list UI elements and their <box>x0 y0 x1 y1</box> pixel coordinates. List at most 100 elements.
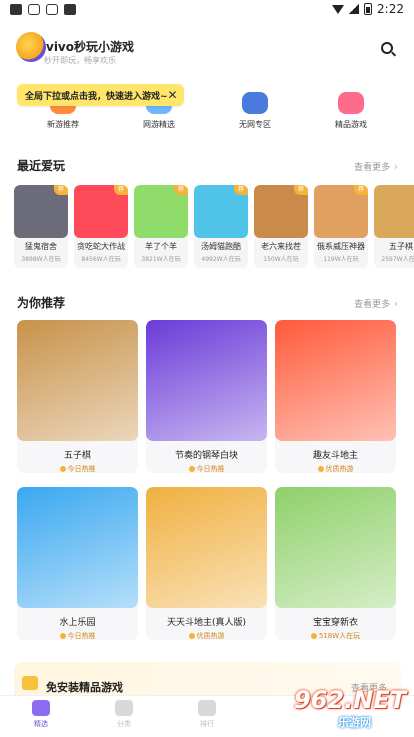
recommend-game-card[interactable]: 五子棋 今日热推 <box>17 320 138 473</box>
game-tag-text: 今日热推 <box>196 465 225 473</box>
game-players: 119W人在玩 <box>323 256 359 263</box>
game-thumbnail: 荐 <box>194 185 248 238</box>
category-label: 无网专区 <box>239 120 271 129</box>
status-icons-right: 2:22 <box>332 2 404 16</box>
star-icon <box>22 676 38 690</box>
fire-icon <box>310 633 317 639</box>
watermark-brand: 962.NET <box>294 686 407 714</box>
battery-icon <box>364 3 373 15</box>
app-notification-icon <box>28 3 40 15</box>
game-thumbnail: 荐 <box>74 185 128 238</box>
game-tag: 今日热推 <box>17 631 138 640</box>
quality-icon <box>317 466 324 472</box>
game-name: 趣友斗地主 <box>312 451 358 461</box>
game-tag-text: 优质热游 <box>196 632 225 640</box>
search-icon-handle <box>390 51 397 57</box>
signal-icon <box>349 4 360 14</box>
recent-game-card[interactable]: 荐 贪吃蛇大作战 8456W人在玩 <box>74 185 128 268</box>
game-tag-text: 今日热推 <box>67 465 96 473</box>
nav-tab-ranking[interactable]: 排行 <box>177 700 237 729</box>
search-button[interactable] <box>381 42 397 58</box>
wifi-icon <box>332 4 345 14</box>
recommend-badge: 荐 <box>354 185 368 195</box>
app-header: vivo秒玩小游戏 秒开即玩，畅享欢乐 <box>0 28 414 68</box>
game-thumbnail: 荐 <box>14 185 68 238</box>
recent-games-list[interactable]: 荐 猛鬼宿舍 3898W人在玩 荐 贪吃蛇大作战 8456W人在玩 荐 羊了个羊… <box>14 185 414 270</box>
recent-more-link[interactable]: 查看更多 <box>354 160 398 173</box>
game-thumbnail <box>146 320 267 441</box>
status-time: 2:22 <box>377 2 404 16</box>
game-players: 3821W人在玩 <box>141 256 181 263</box>
recommend-badge: 荐 <box>54 185 68 195</box>
game-tag-text: 518W人在玩 <box>318 632 361 640</box>
nav-label: 排行 <box>200 720 214 728</box>
game-name: 五子棋 <box>389 242 413 251</box>
game-name: 羊了个羊 <box>145 242 177 251</box>
fire-icon <box>59 466 66 472</box>
notification-icon <box>10 3 22 15</box>
featured-icon <box>32 700 50 716</box>
game-players: 2597W人在玩 <box>381 256 414 263</box>
game-name: 猛鬼宿舍 <box>25 242 57 251</box>
game-players: 150W人在玩 <box>263 256 299 263</box>
game-players: 8456W人在玩 <box>81 256 121 263</box>
game-name: 贪吃蛇大作战 <box>77 242 125 251</box>
game-thumbnail <box>146 487 267 608</box>
nav-label: 分类 <box>117 720 131 728</box>
recommend-game-card[interactable]: 趣友斗地主 优质热游 <box>275 320 396 473</box>
game-name: 汤姆猫跑酷 <box>201 242 241 251</box>
recommend-game-card[interactable]: 宝宝穿新衣 518W人在玩 <box>275 487 396 640</box>
game-tag-text: 今日热推 <box>67 632 96 640</box>
game-tag: 今日热推 <box>146 464 267 473</box>
game-tag: 今日热推 <box>17 464 138 473</box>
category-offline-zone[interactable]: 无网专区 <box>215 92 295 130</box>
crown-icon <box>338 92 364 114</box>
sim-icon <box>46 3 58 15</box>
nav-label: 精选 <box>34 720 48 728</box>
recommend-game-card[interactable]: 水上乐园 今日热推 <box>17 487 138 640</box>
nav-tab-featured[interactable]: 精选 <box>11 700 71 729</box>
recent-game-card[interactable]: 荐 俄系威压神器 119W人在玩 <box>314 185 368 268</box>
game-thumbnail: 荐 <box>134 185 188 238</box>
game-thumbnail: 荐 <box>374 185 414 238</box>
pull-down-tip[interactable]: 全局下拉或点击我，快速进入游戏~ ✕ <box>17 84 184 106</box>
game-tag: 优质热游 <box>275 464 396 473</box>
game-thumbnail <box>275 487 396 608</box>
app-screen: 2:22 vivo秒玩小游戏 秒开即玩，畅享欢乐 新游推荐 网游精选 无网专区 … <box>0 0 414 737</box>
game-players: 3898W人在玩 <box>21 256 61 263</box>
game-thumbnail: 荐 <box>254 185 308 238</box>
recommend-game-card[interactable]: 节奏的钢琴白块 今日热推 <box>146 320 267 473</box>
install-free-title: 免安装精品游戏 <box>46 681 123 694</box>
recent-game-card[interactable]: 荐 汤姆猫跑酷 4992W人在玩 <box>194 185 248 268</box>
close-icon[interactable]: ✕ <box>168 88 178 102</box>
watermark-sub: 乐游网 <box>338 716 371 729</box>
recent-game-card[interactable]: 荐 五子棋 2597W人在玩 <box>374 185 414 268</box>
recommend-more-link[interactable]: 查看更多 <box>354 297 398 310</box>
quality-icon <box>188 633 195 639</box>
game-thumbnail <box>17 487 138 608</box>
game-players: 4992W人在玩 <box>201 256 241 263</box>
game-tag: 518W人在玩 <box>275 631 396 640</box>
recent-section-title: 最近爱玩 <box>17 159 66 173</box>
game-thumbnail <box>275 320 396 441</box>
category-premium-games[interactable]: 精品游戏 <box>311 92 391 130</box>
recommend-game-card[interactable]: 天天斗地主(真人版) 优质热游 <box>146 487 267 640</box>
game-name: 俄系威压神器 <box>317 242 365 251</box>
app-slogan: 秒开即玩，畅享欢乐 <box>44 56 116 65</box>
game-tag: 优质热游 <box>146 631 267 640</box>
folder-icon <box>115 700 133 716</box>
category-label: 网游精选 <box>143 120 175 129</box>
game-name: 节奏的钢琴白块 <box>174 451 238 461</box>
recent-game-card[interactable]: 荐 猛鬼宿舍 3898W人在玩 <box>14 185 68 268</box>
nav-tab-category[interactable]: 分类 <box>94 700 154 729</box>
fire-icon <box>188 466 195 472</box>
message-icon <box>64 3 76 15</box>
watermark: 962.NET 乐游网 <box>276 684 406 734</box>
game-thumbnail <box>17 320 138 441</box>
game-tag-text: 优质热游 <box>325 465 354 473</box>
fire-icon <box>59 633 66 639</box>
recent-game-card[interactable]: 荐 老六来找茬 150W人在玩 <box>254 185 308 268</box>
recent-game-card[interactable]: 荐 羊了个羊 3821W人在玩 <box>134 185 188 268</box>
recommend-badge: 荐 <box>114 185 128 195</box>
status-bar: 2:22 <box>0 0 414 18</box>
